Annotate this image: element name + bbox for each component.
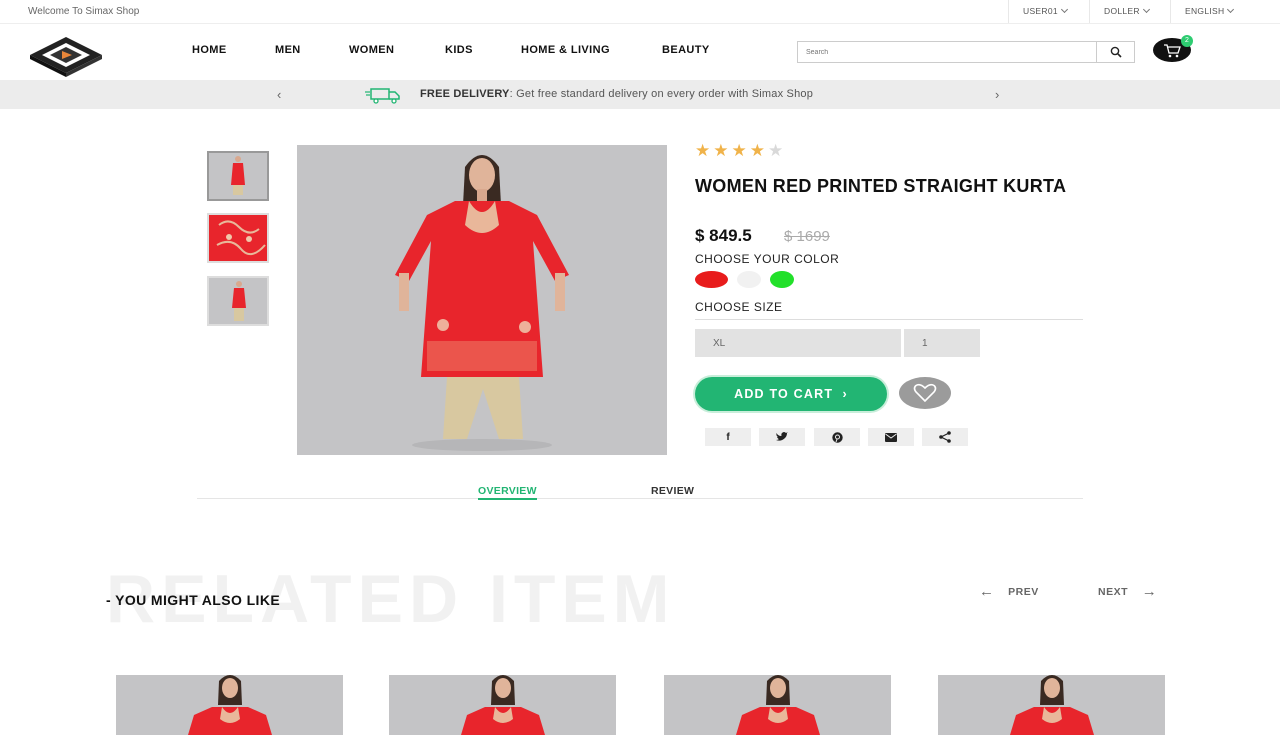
related-item-3[interactable] xyxy=(664,675,891,735)
facebook-icon: f xyxy=(726,431,730,443)
color-swatch-green[interactable] xyxy=(770,271,794,288)
related-product-image xyxy=(389,675,616,735)
thumbnail-1[interactable] xyxy=(207,151,269,201)
choose-size-label: CHOOSE SIZE xyxy=(695,300,783,314)
main-product-image[interactable] xyxy=(297,145,667,455)
star-icon: ★ xyxy=(731,141,750,160)
star-icon: ★ xyxy=(695,141,714,160)
related-item-1[interactable] xyxy=(116,675,343,735)
pinterest-icon xyxy=(831,431,843,443)
heart-icon xyxy=(913,383,937,403)
product-price: $ 849.5 xyxy=(695,226,752,245)
search-icon xyxy=(1110,46,1122,58)
next-button[interactable]: NEXT → xyxy=(1098,582,1158,600)
next-label: NEXT xyxy=(1098,586,1129,598)
related-item-2[interactable] xyxy=(389,675,616,735)
share-facebook-button[interactable]: f xyxy=(705,428,751,446)
nav-beauty[interactable]: BEAUTY xyxy=(662,44,710,56)
truck-icon xyxy=(365,88,400,104)
product-title: WOMEN RED PRINTED STRAIGHT KURTA xyxy=(695,176,1067,196)
chevron-down-icon xyxy=(1227,5,1235,14)
language-label: ENGLISH xyxy=(1185,6,1225,16)
related-product-image xyxy=(116,675,343,735)
nav-home[interactable]: HOME xyxy=(192,44,227,56)
search-bar xyxy=(797,41,1135,63)
star-icon: ★ xyxy=(749,141,768,160)
arrow-right-icon: → xyxy=(1141,583,1158,600)
share-more-button[interactable] xyxy=(922,428,968,446)
logo[interactable] xyxy=(28,35,104,82)
logo-icon xyxy=(30,37,102,77)
chevron-down-icon xyxy=(1060,5,1068,14)
chevron-right-icon: › xyxy=(833,387,848,401)
nav-home-living[interactable]: HOME & LIVING xyxy=(521,44,610,56)
cart-count-badge: 2 xyxy=(1181,35,1193,47)
prev-label: PREV xyxy=(1008,586,1039,598)
quantity-value: 1 xyxy=(922,338,928,349)
tab-review[interactable]: REVIEW xyxy=(651,485,694,497)
size-value: XL xyxy=(713,338,726,349)
promo-description: : Get free standard delivery on every or… xyxy=(509,88,814,100)
promo-label: FREE DELIVERY xyxy=(420,88,510,100)
share-pinterest-button[interactable] xyxy=(814,428,860,446)
add-to-cart-label: ADD TO CART xyxy=(734,387,834,401)
nav-kids[interactable]: KIDS xyxy=(445,44,473,56)
model-kurta-image xyxy=(297,145,667,455)
tabs-divider xyxy=(197,498,1083,499)
promo-text: FREE DELIVERY: Get free standard deliver… xyxy=(420,88,813,100)
rating-stars: ★★★★★ xyxy=(695,141,786,161)
top-bar: Welcome To Simax Shop USER01 DOLLER ENGL… xyxy=(0,0,1280,24)
color-swatch-red[interactable] xyxy=(695,271,728,288)
related-product-image xyxy=(664,675,891,735)
currency-dropdown[interactable]: DOLLER xyxy=(1089,0,1170,23)
welcome-text: Welcome To Simax Shop xyxy=(28,6,140,17)
share-twitter-button[interactable] xyxy=(759,428,805,446)
product-old-price: $ 1699 xyxy=(784,228,830,245)
user-dropdown[interactable]: USER01 xyxy=(1008,0,1089,23)
header: HOME MEN WOMEN KIDS HOME & LIVING BEAUTY… xyxy=(0,24,1280,80)
thumbnail-2[interactable] xyxy=(207,213,269,263)
fabric-detail-image xyxy=(209,215,267,261)
star-icon: ★ xyxy=(713,141,732,160)
nav-women[interactable]: WOMEN xyxy=(349,44,394,56)
currency-label: DOLLER xyxy=(1104,6,1140,16)
kurta-thumbnail-image xyxy=(209,278,267,324)
mail-icon xyxy=(885,432,897,442)
tab-overview[interactable]: OVERVIEW xyxy=(478,485,537,500)
size-divider xyxy=(695,319,1083,320)
kurta-thumbnail-image xyxy=(209,153,267,199)
quantity-input[interactable]: 1 xyxy=(904,329,980,357)
language-dropdown[interactable]: ENGLISH xyxy=(1170,0,1260,23)
prev-button[interactable]: ← PREV xyxy=(979,582,1039,600)
choose-color-label: CHOOSE YOUR COLOR xyxy=(695,252,840,266)
color-swatch-white[interactable] xyxy=(737,271,761,288)
share-icon xyxy=(939,431,951,443)
search-input[interactable] xyxy=(798,42,1096,62)
thumbnail-3[interactable] xyxy=(207,276,269,326)
add-to-cart-button[interactable]: ADD TO CART › xyxy=(695,377,887,411)
promo-bar: ‹ FREE DELIVERY: Get free standard deliv… xyxy=(0,80,1280,109)
chevron-down-icon xyxy=(1142,5,1150,14)
arrow-left-icon: ← xyxy=(979,583,995,600)
search-button[interactable] xyxy=(1096,42,1134,62)
cart-button[interactable]: 2 xyxy=(1153,35,1193,62)
size-select[interactable]: XL xyxy=(695,329,901,357)
related-item-4[interactable] xyxy=(938,675,1165,735)
related-heading: - YOU MIGHT ALSO LIKE xyxy=(106,592,281,608)
twitter-icon xyxy=(776,432,788,441)
wishlist-button[interactable] xyxy=(899,377,951,409)
share-mail-button[interactable] xyxy=(868,428,914,446)
promo-next-icon[interactable]: › xyxy=(995,87,999,102)
user-label: USER01 xyxy=(1023,6,1058,16)
star-empty-icon: ★ xyxy=(768,141,787,160)
nav-men[interactable]: MEN xyxy=(275,44,301,56)
related-product-image xyxy=(938,675,1165,735)
promo-prev-icon[interactable]: ‹ xyxy=(277,87,281,102)
